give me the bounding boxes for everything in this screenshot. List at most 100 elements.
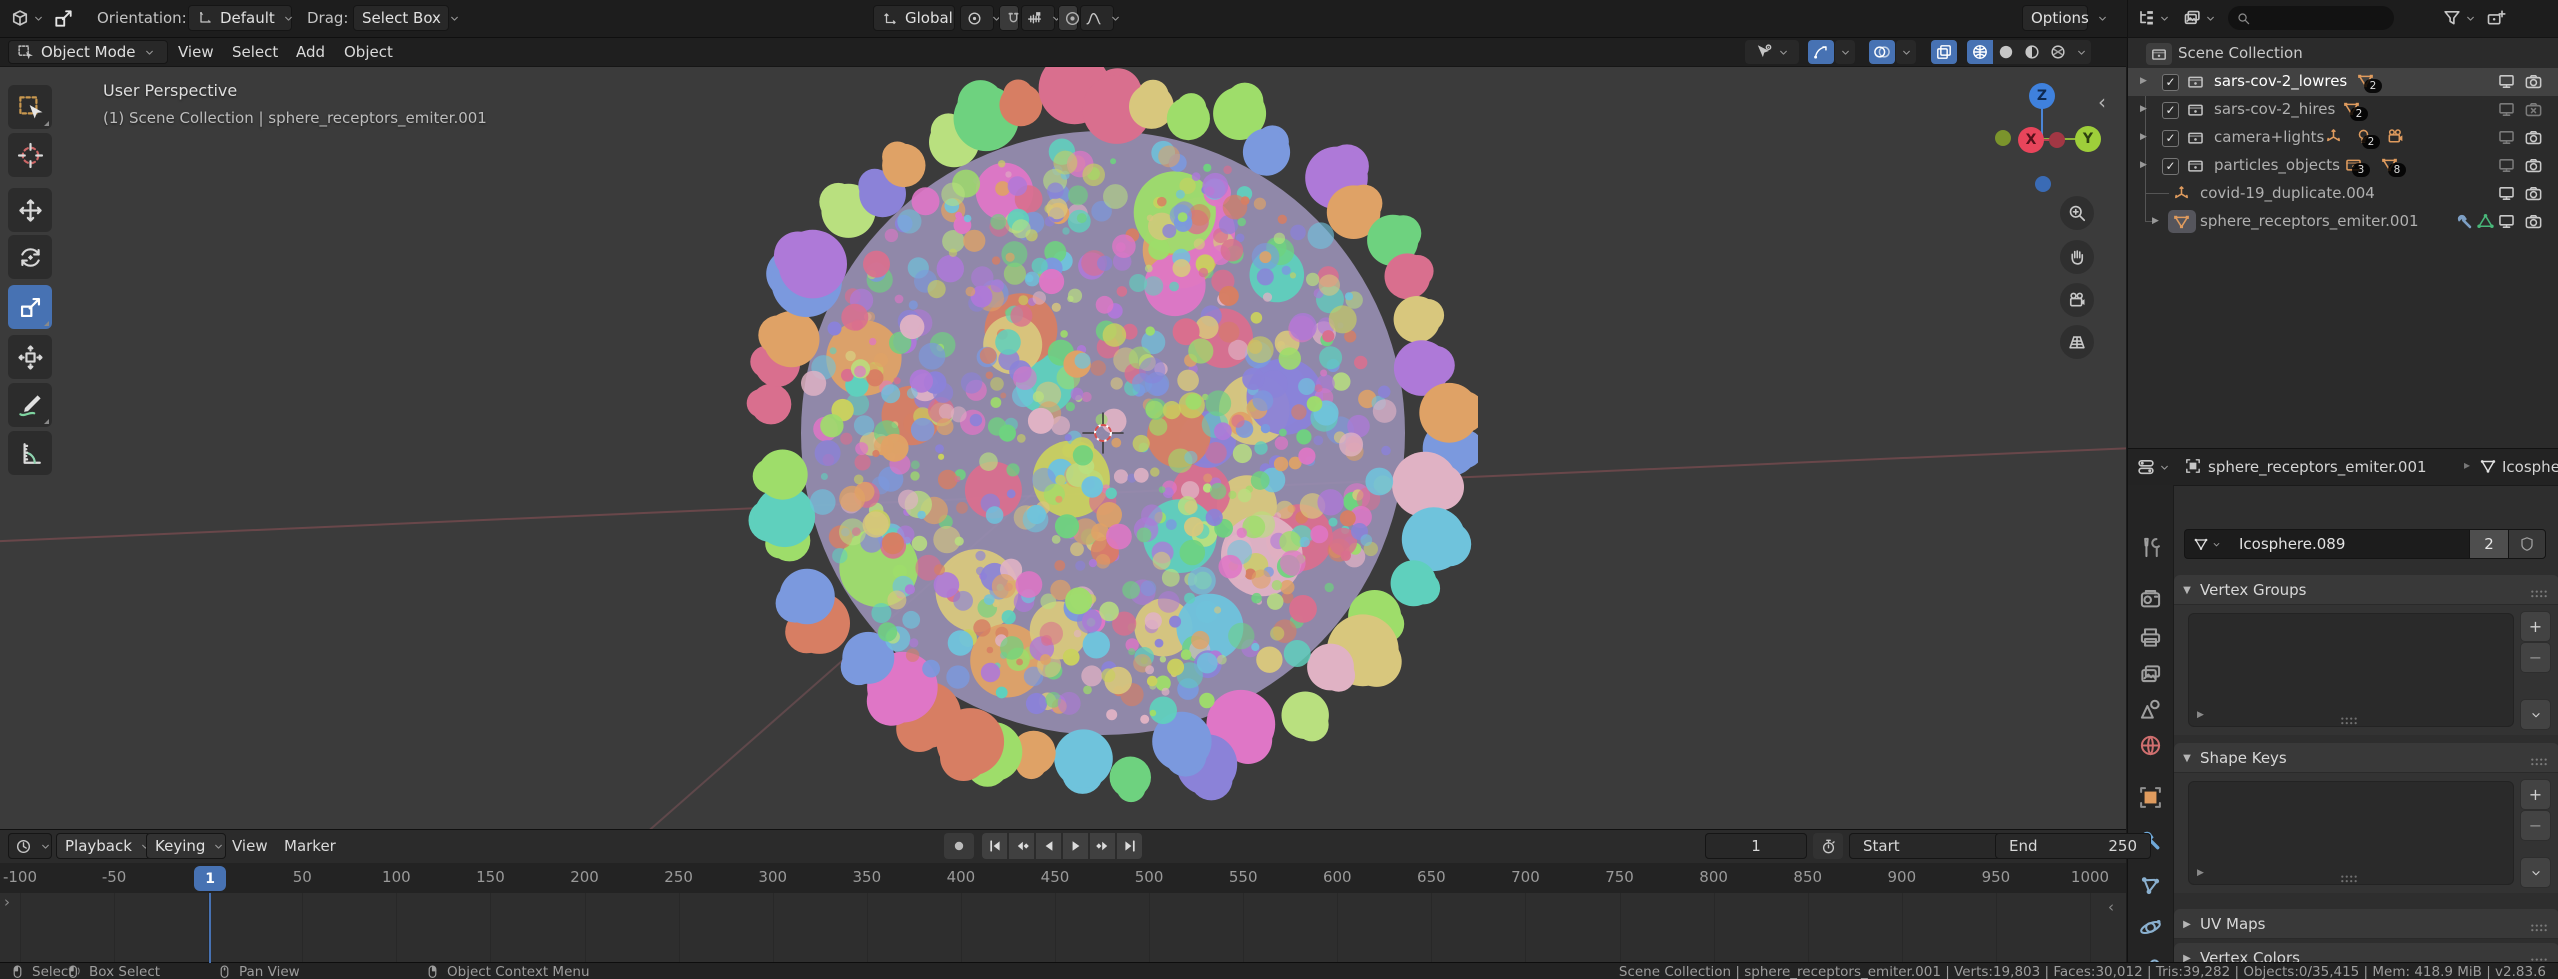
outliner-row-scene-collection[interactable]: Scene Collection	[2128, 40, 2558, 68]
record-button[interactable]	[944, 833, 974, 859]
overlays-dropdown[interactable]	[1896, 40, 1916, 64]
list-expand-icon[interactable]: ▶	[2197, 710, 2204, 720]
gizmo-axis-y[interactable]: Y	[2075, 126, 2101, 152]
toolbar-tool-rotate[interactable]	[8, 235, 52, 279]
outliner-row[interactable]: ▶ ✓ particles_objects 3 8	[2128, 152, 2558, 180]
preview-range-button[interactable]	[1813, 833, 1843, 859]
menu-add[interactable]: Add	[286, 38, 335, 66]
current-frame-field[interactable]: 1	[1705, 833, 1807, 859]
editor-type-outliner-icon[interactable]	[2136, 8, 2156, 28]
timeline-track[interactable]	[0, 893, 2126, 963]
expand-icon[interactable]: ▶	[2140, 104, 2147, 114]
menu-view[interactable]: View	[168, 38, 224, 66]
snap-toggle[interactable]	[999, 5, 1019, 31]
users-count-button[interactable]: 2	[2469, 529, 2508, 559]
mesh-name-field[interactable]: Icosphere.089	[2229, 529, 2469, 559]
outliner-row[interactable]: covid-19_duplicate.004	[2128, 180, 2558, 208]
collection-checkbox[interactable]: ✓	[2162, 102, 2179, 119]
transform-orientation-dropdown[interactable]: Global	[873, 5, 970, 31]
t-play-rev-button[interactable]	[1036, 833, 1061, 859]
gizmo-axis-x-neg[interactable]	[2049, 132, 2065, 148]
nav-grid-button[interactable]	[2060, 325, 2094, 359]
gizmo-dropdown[interactable]	[1835, 40, 1855, 64]
properties-tab-world[interactable]	[2138, 733, 2163, 758]
collection-checkbox[interactable]: ✓	[2162, 158, 2179, 175]
list-specials-button[interactable]	[2520, 699, 2551, 730]
mesh-datablock-dropdown[interactable]	[2184, 529, 2229, 559]
fake-user-button[interactable]	[2508, 529, 2546, 559]
menu-select[interactable]: Select	[222, 38, 288, 66]
object-name[interactable]: particles_objects	[2214, 156, 2340, 174]
expand-icon[interactable]: ▶	[2140, 132, 2147, 142]
collection-name[interactable]: Scene Collection	[2178, 44, 2303, 62]
editor-type-timeline-dropdown[interactable]	[8, 833, 52, 859]
panel-grip-icon[interactable]	[2529, 585, 2549, 598]
toggle-camera-photo[interactable]	[2524, 156, 2543, 179]
list-grip-icon[interactable]	[2339, 870, 2359, 883]
shading-shade-material[interactable]	[2019, 40, 2045, 64]
toggle-monitor[interactable]	[2497, 212, 2516, 235]
t-prev-key-button[interactable]	[1009, 833, 1034, 859]
editor-type-3d-viewport-icon[interactable]	[10, 8, 30, 28]
nav-zoom-button[interactable]	[2060, 196, 2094, 230]
collection-checkbox[interactable]: ✓	[2162, 74, 2179, 91]
timeline-ruler[interactable]: -100 -50 50 100 150 200 250 300 350 400 450 500 550 6…	[0, 863, 2126, 893]
start-frame-field[interactable]: Start 1	[1849, 833, 2017, 859]
collapse-right-icon[interactable]: ‹	[2108, 898, 2114, 916]
toolbar-tool-annotate[interactable]	[8, 383, 52, 427]
list-grip-icon[interactable]	[2339, 712, 2359, 725]
list-expand-icon[interactable]: ▶	[2197, 868, 2204, 878]
outliner-row[interactable]: ▶ ✓ sars-cov-2_hires 2	[2128, 96, 2558, 124]
keying-menu[interactable]: Keying	[146, 833, 226, 859]
collection-checkbox[interactable]: ✓	[2162, 130, 2179, 147]
panel-header-uv-maps[interactable]: ▶ UV Maps	[2174, 909, 2558, 939]
filter-icon[interactable]	[2442, 8, 2462, 28]
shading-shade-render[interactable]	[2045, 40, 2071, 64]
playhead-line[interactable]	[209, 893, 212, 963]
breadcrumb-data-name[interactable]: Icosphe	[2502, 458, 2558, 476]
properties-tab-particles[interactable]	[2138, 873, 2163, 898]
marker-menu[interactable]: Marker	[284, 837, 336, 855]
toggle-camera-off[interactable]	[2524, 100, 2543, 123]
shading-shade-wire[interactable]	[1967, 40, 1993, 64]
shading-dropdown[interactable]	[2071, 40, 2091, 64]
xray-toggle[interactable]	[1931, 40, 1957, 64]
toggle-monitor[interactable]	[2497, 184, 2516, 207]
outliner-row[interactable]: ▶ ✓ sars-cov-2_lowres 2	[2128, 68, 2558, 96]
object-name[interactable]: sphere_receptors_emiter.001	[2200, 212, 2419, 230]
editor-type-properties-icon[interactable]	[2136, 457, 2156, 477]
falloff-dropdown[interactable]	[1080, 5, 1119, 31]
toggle-camera-photo[interactable]	[2524, 72, 2543, 95]
t-next-key-button[interactable]	[1090, 833, 1115, 859]
toolbar-tool-select-box[interactable]	[8, 85, 52, 129]
gizmo-axis-y-neg[interactable]	[1995, 130, 2011, 146]
drag-dropdown[interactable]: Select Box	[353, 5, 458, 31]
toggle-camera-photo[interactable]	[2524, 128, 2543, 151]
t-play-button[interactable]	[1063, 833, 1088, 859]
view-menu[interactable]: View	[232, 837, 268, 855]
nav-camera-button[interactable]	[2060, 283, 2094, 317]
panel-grip-icon[interactable]	[2529, 919, 2549, 932]
show-gizmo-toggle[interactable]	[1808, 40, 1834, 64]
panel-grip-icon[interactable]	[2529, 753, 2549, 766]
properties-tab-tool[interactable]	[2138, 535, 2163, 560]
sidebar-collapse-icon[interactable]: ‹	[2098, 90, 2106, 114]
orientation-dropdown[interactable]: Default	[188, 5, 292, 31]
properties-tab-physics[interactable]	[2138, 915, 2163, 940]
t-jump-end-button[interactable]	[1117, 833, 1142, 859]
properties-tab-viewlayer[interactable]	[2138, 662, 2163, 687]
add-item-button[interactable]: +	[2520, 611, 2551, 642]
toggle-monitor[interactable]	[2497, 72, 2516, 95]
toolbar-tool-transform[interactable]	[8, 335, 52, 379]
panel-expand-icon[interactable]: ▶	[2174, 919, 2200, 930]
end-frame-field[interactable]: End 250	[1995, 833, 2151, 859]
display-mode-icon[interactable]	[2182, 8, 2202, 28]
outliner-search-input[interactable]	[2228, 6, 2394, 30]
pivot-point-dropdown[interactable]	[960, 5, 1000, 31]
properties-tab-output[interactable]	[2138, 625, 2163, 650]
toggle-monitor[interactable]	[2497, 128, 2516, 151]
object-name[interactable]: covid-19_duplicate.004	[2200, 184, 2375, 202]
expand-icon[interactable]: ▶	[2140, 76, 2147, 86]
panel-header-shape-keys[interactable]: ▼ Shape Keys	[2174, 743, 2558, 773]
shading-shade-solid[interactable]	[1993, 40, 2019, 64]
